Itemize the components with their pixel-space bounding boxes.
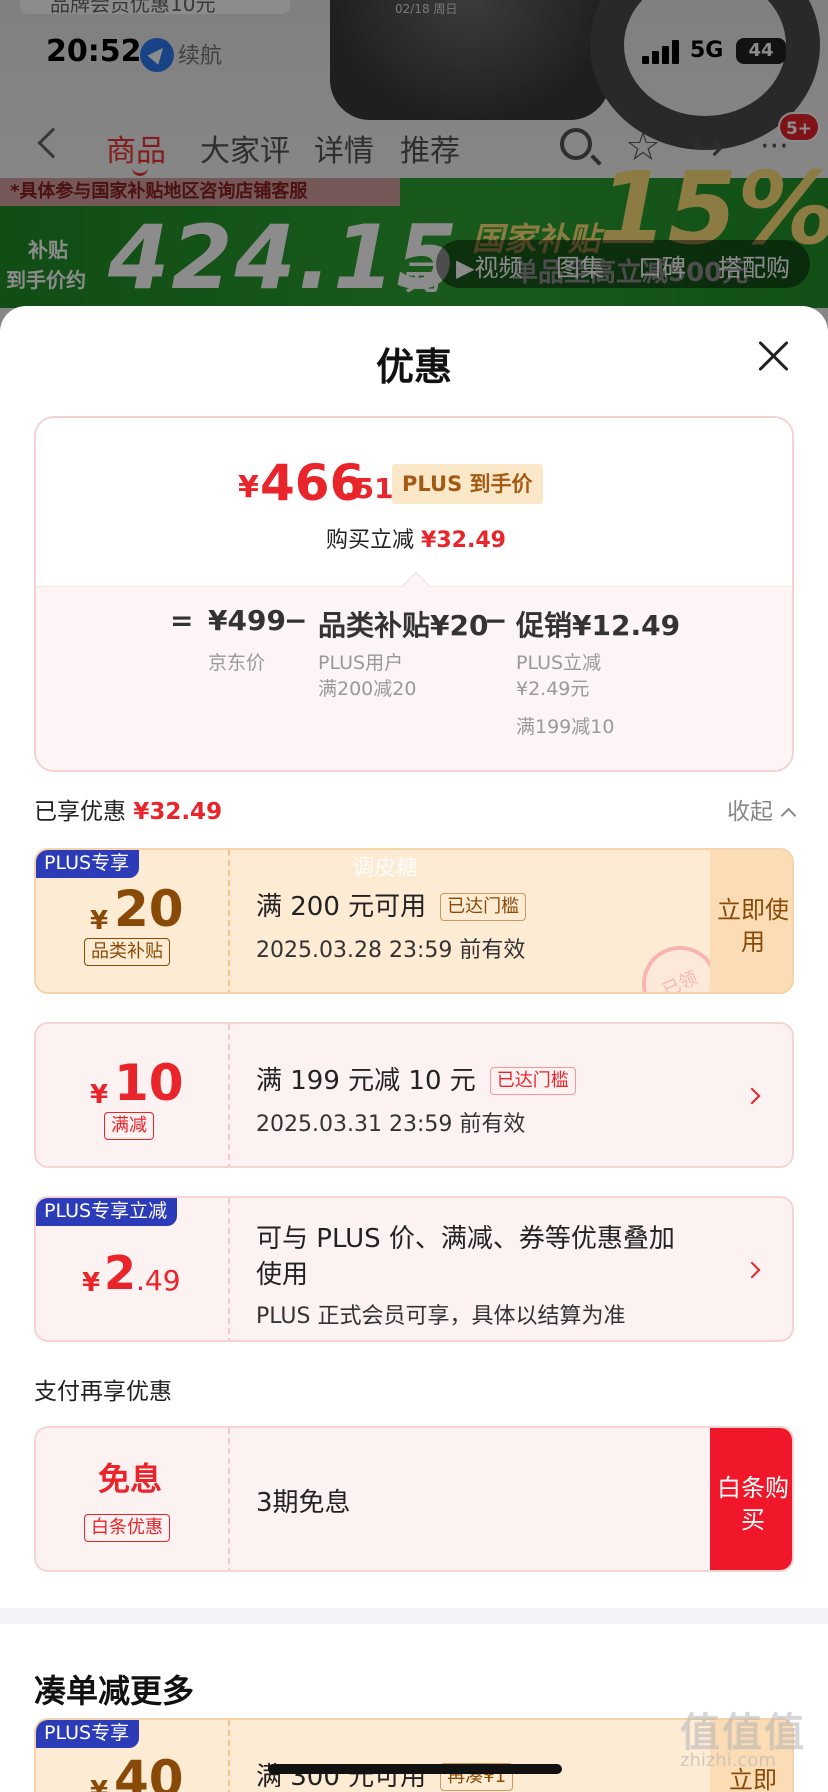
- sheet-title: 优惠: [375, 345, 452, 389]
- home-indicator[interactable]: [268, 1764, 562, 1774]
- discount-sheet: 优惠 ¥ 466 .51 PLUS 到手价 购买立减 ¥32.49 = ¥499…: [0, 306, 828, 1792]
- enjoyed-discount-row: 已享优惠 ¥32.49 收起: [34, 792, 797, 832]
- jd-price-label: 京东价: [208, 652, 266, 674]
- promo-label-2: ¥2.49元: [516, 678, 590, 700]
- threshold-reached-tag: 已达门槛: [440, 893, 527, 921]
- more-section-title: 凑单减更多: [34, 1672, 195, 1710]
- equals-sign: =: [170, 604, 194, 637]
- coupon-category-subsidy[interactable]: PLUS专享 ¥ 20 品类补贴 调皮糖 满 200 元可用 已达门槛 2025.…: [34, 848, 794, 994]
- category-label-2: 满200减20: [318, 678, 417, 700]
- installment-desc: 3期免息: [256, 1488, 351, 1518]
- coupon-condition: 满 199 元减 10 元已达门槛: [256, 1060, 576, 1097]
- plus-exclusive-flag: PLUS专享: [36, 1720, 140, 1748]
- coupon-description-line1: 可与 PLUS 价、满减、券等优惠叠加: [256, 1224, 675, 1254]
- coupon-amount: 20: [114, 880, 184, 938]
- baitiao-interest-free-card[interactable]: 免息 白条优惠 3期免息 白条购买: [34, 1426, 794, 1572]
- coupon-expiry: 2025.03.31 23:59 前有效: [256, 1112, 526, 1137]
- coupon-amount: 2: [104, 1246, 137, 1300]
- coupon-note: PLUS 正式会员可享，具体以结算为准: [256, 1304, 626, 1329]
- chevron-right-icon[interactable]: [743, 1261, 761, 1279]
- price-breakdown-card: ¥ 466 .51 PLUS 到手价 购买立减 ¥32.49 = ¥499 − …: [34, 416, 794, 772]
- coupon-expiry: 2025.03.28 23:59 前有效: [256, 938, 526, 963]
- coupon-full-reduction[interactable]: ¥ 10 满减 满 199 元减 10 元已达门槛 2025.03.31 23:…: [34, 1022, 794, 1168]
- interest-free-title: 免息: [98, 1460, 163, 1498]
- coupon-amount: 40: [114, 1750, 184, 1792]
- coupon-description-line2: 使用: [256, 1260, 309, 1290]
- baitiao-buy-button[interactable]: 白条购买: [710, 1428, 792, 1570]
- chevron-up-icon: [780, 807, 797, 824]
- collapse-button[interactable]: 收起: [727, 792, 797, 826]
- threshold-reached-tag: 已达门槛: [489, 1067, 576, 1095]
- plus-price-tag: PLUS 到手价: [392, 464, 543, 504]
- final-price-decimal: .51: [344, 472, 394, 505]
- jd-price: ¥499: [208, 604, 286, 637]
- coupon-plus-instant[interactable]: PLUS专享立减 ¥ 2 .49 可与 PLUS 价、满减、券等优惠叠加 使用 …: [34, 1196, 794, 1342]
- site-watermark-url: zhizhi.com: [680, 1750, 776, 1771]
- coupon-condition: 满 200 元可用 已达门槛: [256, 886, 527, 923]
- plus-exclusive-flag: PLUS专享立减: [36, 1198, 178, 1226]
- instant-discount-line: 购买立减 ¥32.49: [326, 528, 506, 553]
- category-label-1: PLUS用户: [318, 652, 404, 674]
- coupon-amount-decimal: .49: [136, 1264, 181, 1297]
- minus-sign: −: [484, 604, 508, 637]
- promo-label-1: PLUS立减: [516, 652, 602, 674]
- coupon-amount: 10: [114, 1054, 184, 1112]
- section-divider: [0, 1608, 828, 1624]
- promo-discount: 促销¥12.49: [516, 609, 681, 642]
- pay-discount-title: 支付再享优惠: [34, 1379, 172, 1405]
- coupon-condition: 满 300 元可用 再凑¥1: [256, 1756, 514, 1792]
- instant-discount-amount: ¥32.49: [421, 528, 506, 553]
- category-subsidy: 品类补贴¥20: [318, 609, 489, 642]
- coupon-type-tag: 品类补贴: [84, 938, 170, 966]
- coupon-type-tag: 满减: [104, 1112, 154, 1140]
- price-currency: ¥: [238, 470, 259, 505]
- product-page-background: 02/18 周日 品牌会员优惠10元 20:52 续航 5G 44 商品 大家评…: [0, 0, 828, 330]
- use-now-button[interactable]: 立即使用: [710, 850, 792, 992]
- enjoyed-amount: ¥32.49: [133, 799, 223, 825]
- chevron-right-icon[interactable]: [743, 1087, 761, 1105]
- modal-overlay[interactable]: [0, 0, 828, 330]
- baitiao-tag: 白条优惠: [84, 1514, 170, 1542]
- close-icon[interactable]: [756, 338, 792, 374]
- minus-sign: −: [284, 604, 308, 637]
- promo-label-3: 满199减10: [516, 716, 615, 738]
- user-watermark: 调皮糖: [352, 856, 419, 881]
- plus-exclusive-flag: PLUS专享: [36, 850, 140, 878]
